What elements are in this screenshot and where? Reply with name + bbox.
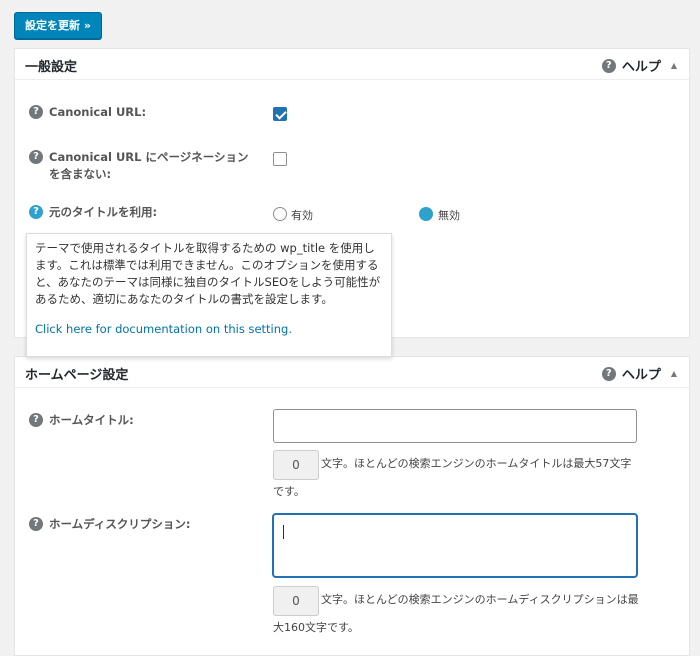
help-label: ヘルプ [621, 60, 661, 75]
question-icon[interactable]: ? [29, 150, 43, 164]
home-help-toggle[interactable]: ? ヘルプ ▲ [601, 364, 677, 383]
tooltip-text: テーマで使用されるタイトルを取得するための wp_title を使用します。これ… [35, 241, 381, 306]
help-label: ヘルプ [621, 368, 661, 383]
general-settings-title: 一般設定 [25, 60, 78, 75]
update-settings-button[interactable]: 設定を更新 » [14, 12, 102, 39]
home-settings-title: ホームページ設定 [25, 368, 129, 383]
home-title-input[interactable] [273, 409, 637, 443]
home-title-row: ? ホームタイトル: [29, 412, 134, 429]
radio-enabled-label: 有効 [291, 209, 313, 222]
documentation-link[interactable]: Click here for documentation on this set… [35, 321, 383, 338]
original-title-label: 元のタイトルを利用: [49, 205, 158, 219]
question-icon[interactable]: ? [29, 105, 43, 119]
help-icon: ? [601, 58, 616, 73]
home-title-char-count: 0 [273, 450, 319, 480]
text-cursor [283, 525, 284, 539]
general-help-toggle[interactable]: ? ヘルプ ▲ [601, 56, 677, 75]
question-icon[interactable]: ? [29, 205, 43, 219]
home-title-hint-cont: です。 [273, 485, 305, 498]
help-tooltip: テーマで使用されるタイトルを取得するための wp_title を使用します。これ… [26, 233, 392, 357]
home-desc-label: ホームディスクリプション: [49, 517, 191, 531]
no-pagination-checkbox[interactable] [273, 152, 287, 166]
radio-enabled[interactable] [273, 207, 287, 221]
home-description-textarea[interactable] [273, 514, 637, 577]
home-desc-hint-cont: 大160文字です。 [273, 621, 359, 634]
radio-disabled-label: 無効 [438, 209, 460, 222]
radio-disabled[interactable] [419, 207, 433, 221]
home-settings-box: ホームページ設定 ? ヘルプ ▲ ? ホームタイトル: 0 文字。ほとんどの検索… [14, 356, 690, 656]
canonical-url-label: Canonical URL: [49, 105, 147, 119]
help-icon: ? [601, 366, 616, 381]
no-pagination-row: ? Canonical URL にページネーション を含まない: [29, 149, 249, 183]
caret-up-icon: ▲ [670, 61, 677, 70]
canonical-url-checkbox[interactable] [273, 107, 287, 121]
home-settings-header: ホームページ設定 ? ヘルプ ▲ [15, 357, 689, 388]
question-icon[interactable]: ? [29, 517, 43, 531]
caret-up-icon: ▲ [670, 369, 677, 378]
home-title-label: ホームタイトル: [49, 413, 134, 427]
home-desc-hint: 文字。ほとんどの検索エンジンのホームディスクリプションは最 [321, 593, 639, 606]
general-settings-header: 一般設定 ? ヘルプ ▲ [15, 49, 689, 80]
canonical-url-row: ? Canonical URL: [29, 104, 146, 121]
question-icon[interactable]: ? [29, 413, 43, 427]
home-desc-char-count: 0 [273, 586, 319, 616]
home-title-hint: 文字。ほとんどの検索エンジンのホームタイトルは最大57文字 [321, 457, 632, 470]
original-title-row: ? 元のタイトルを利用: [29, 204, 157, 221]
home-desc-row: ? ホームディスクリプション: [29, 516, 190, 533]
no-pagination-label: Canonical URL にページネーション を含まない: [49, 150, 249, 181]
